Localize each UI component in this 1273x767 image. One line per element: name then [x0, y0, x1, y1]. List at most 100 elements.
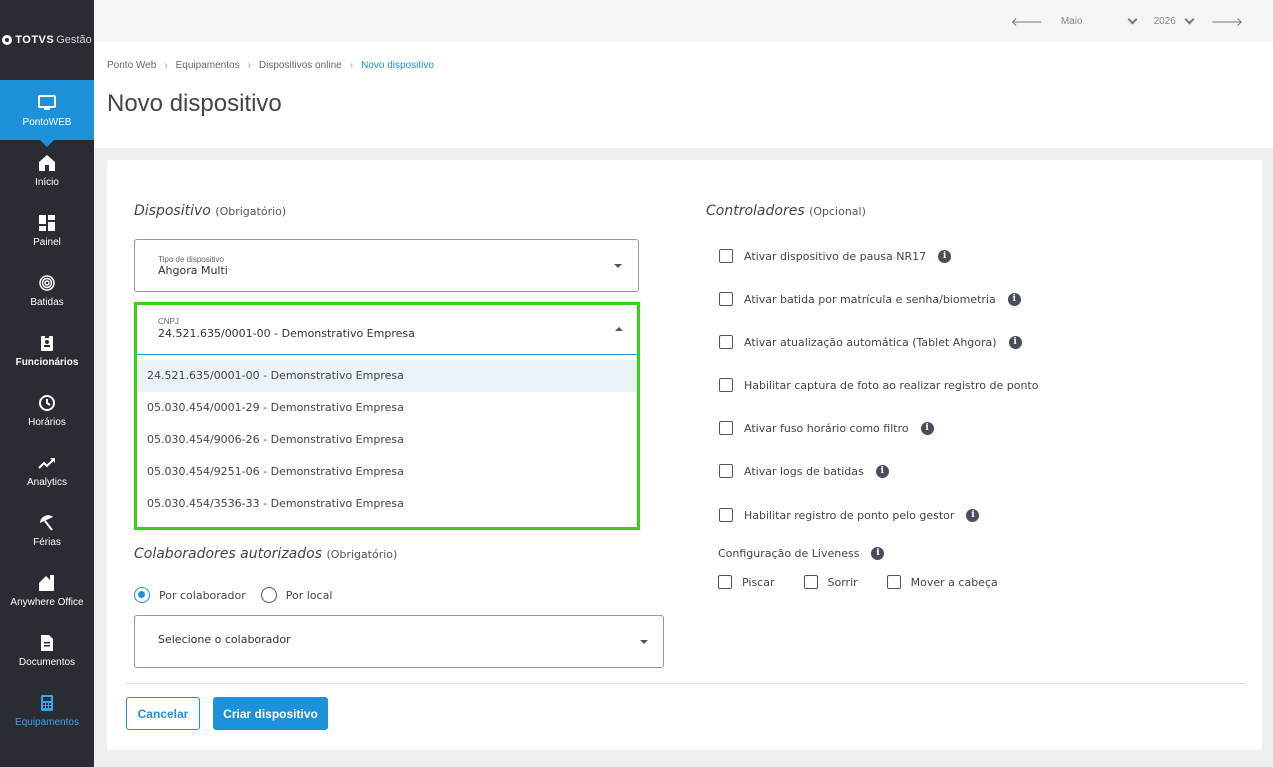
- year-value: 2026: [1153, 15, 1176, 27]
- liveness-option-label[interactable]: Sorrir: [828, 576, 858, 589]
- sidebar-item-label: Horários: [28, 416, 66, 428]
- umbrella-icon: [40, 514, 53, 531]
- checkbox[interactable]: [719, 508, 733, 522]
- radio-por-local[interactable]: [260, 587, 277, 603]
- breadcrumb-item[interactable]: Ponto Web: [107, 60, 156, 71]
- sidebar-item-batidas[interactable]: Batidas: [0, 260, 94, 320]
- controladores-title: Controladores: [706, 203, 805, 219]
- controlador-option-label[interactable]: Ativar batida por matrícula e senha/biom…: [744, 293, 996, 306]
- breadcrumb-separator: ›: [349, 60, 354, 71]
- liveness-options: Piscar Sorrir Mover a cabeça: [718, 575, 1027, 589]
- cnpj-option[interactable]: 05.030.454/3536-33 - Demonstrativo Empre…: [137, 488, 637, 520]
- page-title: Novo dispositivo: [107, 90, 282, 117]
- controlador-option-label[interactable]: Ativar fuso horário como filtro: [744, 422, 909, 435]
- sidebar-item-label: Equipamentos: [15, 716, 79, 728]
- sidebar: TOTVS Gestão PontoWEB Início Painel Bati…: [0, 0, 94, 767]
- trend-icon: [38, 457, 55, 469]
- liveness-option-label[interactable]: Piscar: [742, 576, 775, 589]
- sidebar-item-label: Analytics: [26, 476, 67, 488]
- controlador-option-label[interactable]: Habilitar captura de foto ao realizar re…: [744, 379, 1038, 392]
- sidebar-item-equipamentos[interactable]: Equipamentos: [0, 680, 94, 740]
- tipo-dispositivo-label: Tipo de dispositivo: [158, 255, 224, 264]
- breadcrumb: Ponto Web › Equipamentos › Dispositivos …: [107, 60, 442, 71]
- controladores-optional: (Opcional): [809, 205, 866, 218]
- controlador-option-label[interactable]: Ativar atualização automática (Tablet Ah…: [744, 336, 997, 349]
- checkbox[interactable]: [719, 464, 733, 478]
- create-device-button[interactable]: Criar dispositivo: [213, 697, 328, 730]
- info-icon[interactable]: i: [938, 249, 952, 263]
- colaborador-select[interactable]: Selecione o colaborador: [134, 615, 664, 668]
- checkbox[interactable]: [886, 575, 901, 589]
- cnpj-option[interactable]: 05.030.454/9006-26 - Demonstrativo Empre…: [137, 424, 637, 456]
- radio-por-colaborador-label[interactable]: Por colaborador: [159, 589, 246, 602]
- cnpj-option[interactable]: 24.521.635/0001-00 - Demonstrativo Empre…: [137, 360, 637, 392]
- controlador-option-label[interactable]: Habilitar registro de ponto pelo gestor: [744, 509, 954, 522]
- sidebar-item-horarios[interactable]: Horários: [0, 380, 94, 440]
- controlador-option: Ativar fuso horário como filtro i: [719, 421, 934, 435]
- tipo-dispositivo-value: Ahgora Multi: [158, 264, 228, 277]
- logo-product: Gestão: [56, 34, 92, 46]
- dispositivo-section-title: Dispositivo (Obrigatório): [134, 203, 286, 219]
- checkbox[interactable]: [719, 421, 733, 435]
- caret-down-icon: [640, 640, 648, 644]
- caret-down-icon: [614, 264, 622, 268]
- sidebar-item-funcionarios[interactable]: Funcionários: [0, 320, 94, 380]
- radio-por-local-label[interactable]: Por local: [286, 589, 333, 602]
- prev-period-button[interactable]: 🡐: [1011, 14, 1043, 29]
- info-icon[interactable]: i: [1007, 292, 1021, 306]
- sidebar-item-pontoweb[interactable]: PontoWEB: [0, 80, 94, 147]
- info-icon[interactable]: i: [1008, 335, 1022, 349]
- tipo-dispositivo-select[interactable]: Tipo de dispositivo Ahgora Multi: [134, 239, 639, 292]
- logo-mark-icon: [2, 35, 13, 45]
- sidebar-item-label: Painel: [33, 236, 61, 248]
- checkbox[interactable]: [718, 575, 732, 589]
- liveness-option: Piscar: [718, 575, 775, 589]
- controladores-section-title: Controladores (Opcional): [706, 203, 866, 219]
- cnpj-option[interactable]: 05.030.454/9251-06 - Demonstrativo Empre…: [137, 456, 637, 488]
- home-icon: [39, 154, 55, 171]
- sidebar-item-painel[interactable]: Painel: [0, 200, 94, 260]
- monitor-icon: [38, 94, 56, 110]
- sidebar-item-label: PontoWEB: [22, 116, 72, 128]
- sidebar-item-documentos[interactable]: Documentos: [0, 620, 94, 680]
- info-icon[interactable]: i: [871, 547, 885, 560]
- breadcrumb-separator: ›: [164, 60, 168, 71]
- info-icon[interactable]: i: [966, 508, 980, 522]
- liveness-title-text: Configuração de Liveness: [718, 547, 860, 560]
- breadcrumb-item[interactable]: Equipamentos: [176, 60, 240, 71]
- breadcrumb-item[interactable]: Dispositivos online: [259, 60, 342, 71]
- sidebar-item-label: Anywhere Office: [10, 596, 84, 608]
- dispositivo-title: Dispositivo: [134, 203, 211, 219]
- clock-icon: [39, 394, 55, 411]
- colaborador-placeholder: Selecione o colaborador: [158, 633, 291, 646]
- controlador-option: Habilitar captura de foto ao realizar re…: [719, 378, 1038, 392]
- sidebar-item-anywhere-office[interactable]: Anywhere Office: [0, 560, 94, 620]
- chevron-down-icon: [1127, 14, 1138, 24]
- sidebar-item-label: Início: [35, 176, 59, 188]
- controlador-option-label[interactable]: Ativar logs de batidas: [744, 465, 864, 478]
- cnpj-option[interactable]: 05.030.454/0001-29 - Demonstrativo Empre…: [137, 392, 637, 424]
- checkbox[interactable]: [803, 575, 818, 589]
- info-icon[interactable]: i: [875, 464, 889, 478]
- sidebar-item-inicio[interactable]: Início: [0, 140, 94, 200]
- sidebar-item-ferias[interactable]: Férias: [0, 500, 94, 560]
- cancel-button[interactable]: Cancelar: [126, 697, 200, 730]
- sidebar-item-analytics[interactable]: Analytics: [0, 440, 94, 500]
- checkbox[interactable]: [719, 292, 733, 306]
- info-icon[interactable]: i: [920, 421, 934, 435]
- arrow-right-icon: 🡒: [1210, 14, 1243, 29]
- arrow-left-icon: 🡐: [1010, 14, 1043, 29]
- cnpj-select[interactable]: CNPJ 24.521.635/0001-00 - Demonstrativo …: [137, 305, 637, 355]
- checkbox[interactable]: [719, 378, 733, 392]
- checkbox[interactable]: [719, 249, 733, 263]
- house-icon: [39, 574, 54, 591]
- radio-por-colaborador[interactable]: [134, 587, 150, 603]
- year-select[interactable]: 2026: [1153, 14, 1195, 27]
- liveness-option-label[interactable]: Mover a cabeça: [911, 576, 998, 589]
- month-select[interactable]: Maio: [1061, 14, 1138, 27]
- controlador-option: Habilitar registro de ponto pelo gestor …: [719, 508, 980, 522]
- sidebar-item-label: Funcionários: [15, 356, 79, 368]
- checkbox[interactable]: [719, 335, 733, 349]
- controlador-option-label[interactable]: Ativar dispositivo de pausa NR17: [744, 250, 926, 263]
- next-period-button[interactable]: 🡒: [1211, 14, 1243, 29]
